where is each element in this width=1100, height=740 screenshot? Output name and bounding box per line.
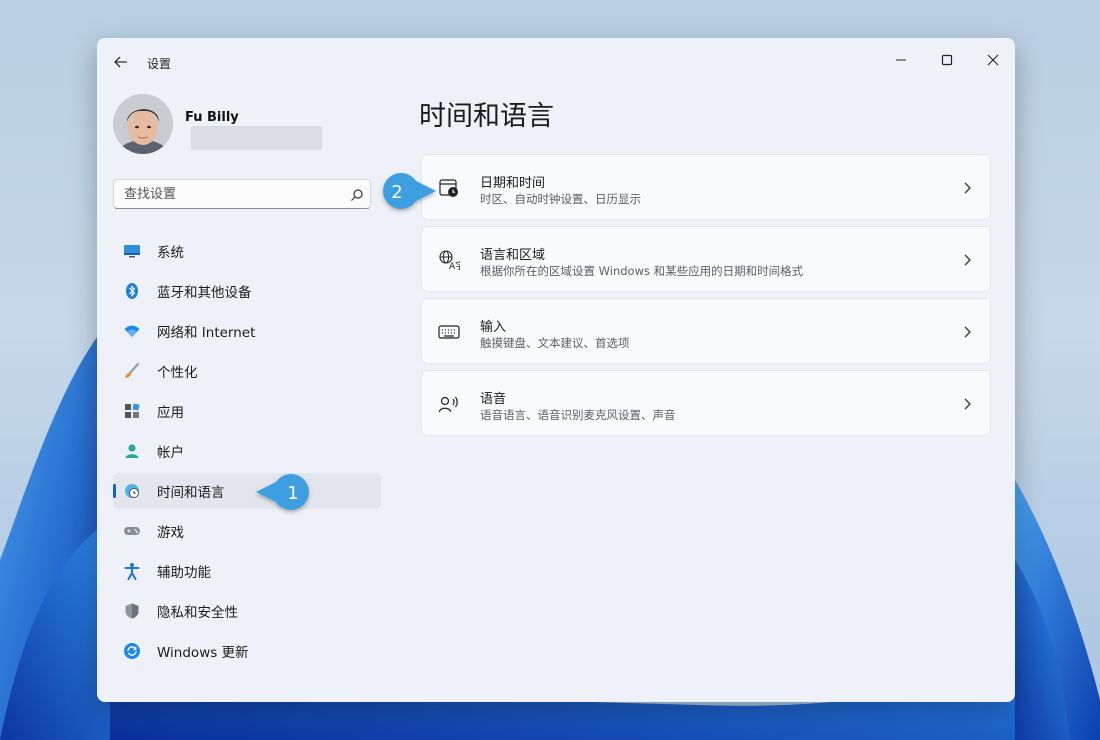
callout-badge-2: 2 — [383, 173, 436, 209]
sidebar-item-label: 隐私和安全性 — [157, 605, 238, 621]
language-icon: A字 — [438, 249, 464, 272]
sidebar-item-privacy[interactable]: 隐私和安全性 — [113, 593, 381, 629]
search-input[interactable] — [124, 180, 344, 208]
callout-number: 2 — [391, 182, 402, 203]
card-description: 语音语言、语音识别麦克风设置、声音 — [480, 408, 676, 422]
gamepad-icon — [123, 522, 141, 540]
card-typing[interactable]: 输入 触摸键盘、文本建议、首选项 — [421, 298, 991, 364]
wifi-icon — [123, 322, 141, 340]
card-title: 语音 — [480, 392, 507, 407]
keyboard-icon — [438, 321, 460, 343]
accessibility-icon — [123, 562, 141, 580]
user-email-redacted — [191, 126, 322, 150]
sidebar-item-label: 应用 — [157, 405, 184, 421]
svg-text:A字: A字 — [449, 260, 460, 271]
brush-icon — [123, 362, 141, 380]
sidebar-item-label: 系统 — [157, 245, 184, 261]
sidebar-item-label: 帐户 — [157, 445, 184, 461]
sidebar-nav: 系统 蓝牙和其他设备 网络和 Internet 个性化 应用 帐户 时间和语言 … — [113, 233, 381, 673]
card-description: 根据你所在的区域设置 Windows 和某些应用的日期和时间格式 — [480, 264, 804, 278]
sidebar-item-system[interactable]: 系统 — [113, 233, 381, 269]
sidebar-item-network[interactable]: 网络和 Internet — [113, 313, 381, 349]
card-title: 输入 — [480, 320, 507, 335]
close-button[interactable] — [973, 46, 1013, 74]
calendar-clock-icon — [438, 177, 460, 199]
maximize-button[interactable] — [927, 46, 967, 74]
sidebar-item-label: 游戏 — [157, 525, 184, 541]
sidebar-item-label: 网络和 Internet — [157, 325, 256, 341]
speech-icon — [438, 393, 460, 415]
sidebar-item-label: 辅助功能 — [157, 565, 211, 581]
user-photo — [113, 94, 173, 154]
sidebar-item-bluetooth[interactable]: 蓝牙和其他设备 — [113, 273, 381, 309]
user-name: Fu Billy — [185, 110, 239, 125]
sidebar-item-label: 蓝牙和其他设备 — [157, 285, 252, 301]
settings-window: 设置 Fu Billy 查找设置 系统 蓝牙和其他设备 网络和 Internet… — [97, 38, 1015, 702]
search-icon[interactable] — [350, 188, 364, 202]
sidebar-item-label: 时间和语言 — [157, 485, 225, 501]
card-title: 日期和时间 — [480, 176, 546, 191]
minimize-button[interactable] — [881, 46, 921, 74]
sidebar-item-time-language[interactable]: 时间和语言 — [113, 473, 381, 509]
bluetooth-icon — [123, 282, 141, 300]
sidebar-item-accessibility[interactable]: 辅助功能 — [113, 553, 381, 589]
minimize-icon — [896, 59, 906, 61]
title-bar: 设置 — [97, 38, 1015, 84]
chevron-right-icon — [964, 182, 971, 194]
card-description: 时区、自动时钟设置、日历显示 — [480, 192, 641, 206]
card-date-time[interactable]: 日期和时间 时区、自动时钟设置、日历显示 — [421, 154, 991, 220]
chevron-right-icon — [964, 254, 971, 266]
page-title: 时间和语言 — [419, 101, 554, 132]
sidebar-item-accounts[interactable]: 帐户 — [113, 433, 381, 469]
card-speech[interactable]: 语音 语音语言、语音识别麦克风设置、声音 — [421, 370, 991, 436]
sidebar-item-label: 个性化 — [157, 365, 198, 381]
globe-clock-icon — [123, 482, 141, 500]
update-icon — [123, 642, 141, 660]
shield-icon — [123, 602, 141, 620]
sidebar-item-personalization[interactable]: 个性化 — [113, 353, 381, 389]
arrow-left-icon — [114, 56, 127, 68]
user-profile[interactable]: Fu Billy — [113, 94, 393, 156]
callout-number: 1 — [287, 483, 298, 504]
sidebar-item-apps[interactable]: 应用 — [113, 393, 381, 429]
callout-badge-1: 1 — [256, 474, 309, 510]
settings-list: 日期和时间 时区、自动时钟设置、日历显示 A字 语言和区域 根据你所在的区域设置… — [421, 154, 991, 442]
card-title: 语言和区域 — [480, 248, 546, 263]
monitor-icon — [123, 242, 141, 260]
maximize-icon — [941, 54, 953, 66]
chevron-right-icon — [964, 398, 971, 410]
sidebar-item-gaming[interactable]: 游戏 — [113, 513, 381, 549]
sidebar-item-label: Windows 更新 — [157, 645, 249, 661]
apps-icon — [123, 402, 141, 420]
app-title: 设置 — [147, 57, 172, 71]
card-description: 触摸键盘、文本建议、首选项 — [480, 336, 630, 350]
sidebar-item-windows-update[interactable]: Windows 更新 — [113, 633, 381, 669]
back-button[interactable] — [111, 52, 131, 72]
avatar — [113, 94, 173, 154]
person-icon — [123, 442, 141, 460]
chevron-right-icon — [964, 326, 971, 338]
active-indicator — [113, 484, 116, 498]
close-icon — [987, 54, 999, 66]
card-language-region[interactable]: A字 语言和区域 根据你所在的区域设置 Windows 和某些应用的日期和时间格… — [421, 226, 991, 292]
search-box[interactable] — [113, 179, 371, 209]
